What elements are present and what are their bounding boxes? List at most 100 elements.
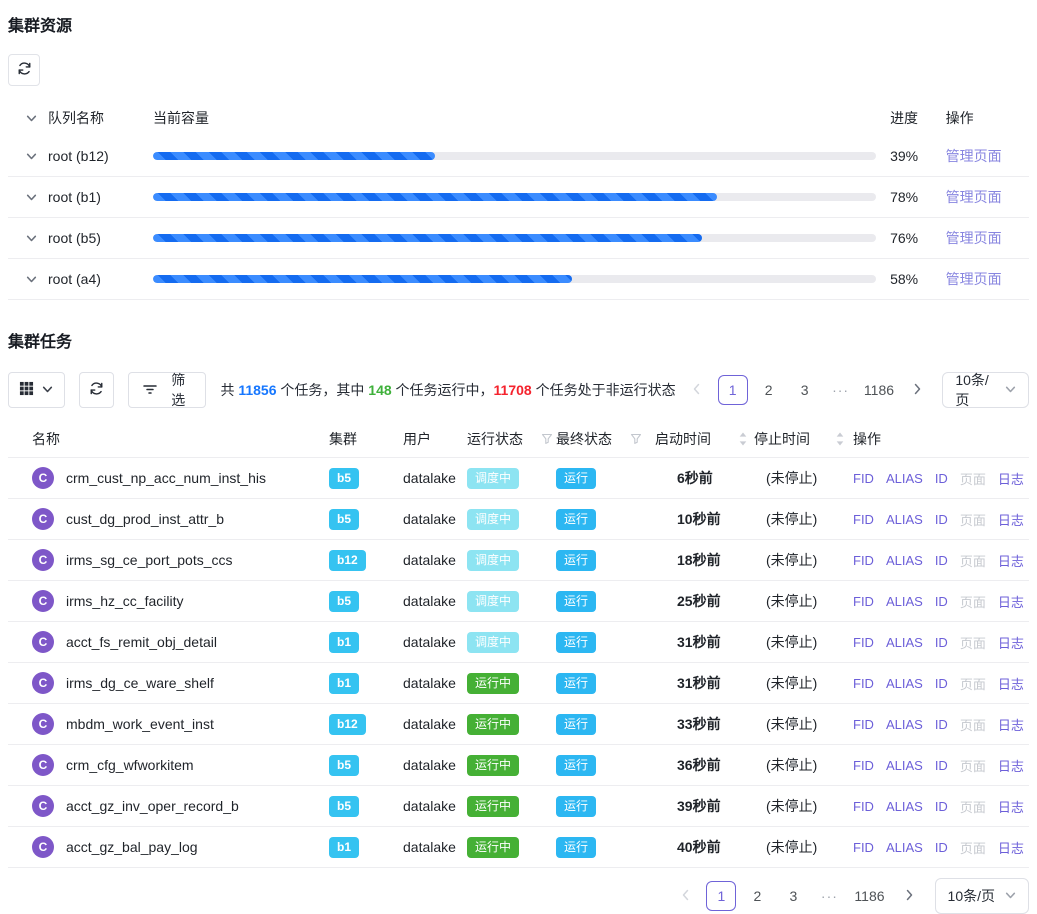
action-link[interactable]: ALIAS [886,676,923,691]
next-page-button[interactable] [895,881,925,911]
filter-button[interactable]: 筛选 [128,372,206,408]
action-link[interactable]: ALIAS [886,471,923,486]
page-ellipsis[interactable]: ··· [826,375,856,405]
task-table: 名称 集群 用户 运行状态 最终状态 启动时间 [8,420,1029,868]
action-link[interactable]: ALIAS [886,717,923,732]
stop-time: (未停止) [754,796,853,816]
row-actions: FIDALIASID页面日志 [853,510,1029,529]
action-link[interactable]: ID [935,840,948,855]
action-link[interactable]: 日志 [998,715,1024,734]
capacity-progress-bar [153,275,876,283]
action-link[interactable]: ID [935,594,948,609]
action-link[interactable]: FID [853,840,874,855]
action-link[interactable]: 日志 [998,838,1024,857]
action-link[interactable]: ID [935,676,948,691]
final-status-tag: 运行 [556,714,596,735]
action-link[interactable]: ID [935,553,948,568]
refresh-button[interactable] [8,54,40,86]
action-link[interactable]: ALIAS [886,512,923,527]
chevron-down-icon[interactable] [24,192,38,203]
page-button-1[interactable]: 1 [718,375,748,405]
user-name: datalake [403,511,467,527]
action-link[interactable]: FID [853,471,874,486]
page-size-select[interactable]: 10条/页 [942,372,1029,408]
action-link[interactable]: FID [853,512,874,527]
action-link[interactable]: 日志 [998,674,1024,693]
page-button-3[interactable]: 3 [778,881,808,911]
cluster-tag: b12 [329,550,366,571]
page-button-last[interactable]: 1186 [862,375,897,405]
user-name: datalake [403,634,467,650]
action-link[interactable]: ID [935,512,948,527]
queue-table-header: 队列名称 当前容量 进度 操作 [8,100,1029,136]
action-link[interactable]: 日志 [998,756,1024,775]
action-link[interactable]: ALIAS [886,799,923,814]
user-name: datalake [403,839,467,855]
avatar: C [32,754,54,776]
refresh-tasks-button[interactable] [79,372,114,408]
filter-funnel-icon[interactable] [630,433,642,445]
action-link[interactable]: 日志 [998,551,1024,570]
avatar: C [32,467,54,489]
queue-row: root (b12) 39% 管理页面 [8,136,1029,177]
action-link[interactable]: ALIAS [886,635,923,650]
action-link[interactable]: ALIAS [886,594,923,609]
action-link[interactable]: 日志 [998,797,1024,816]
action-link[interactable]: ALIAS [886,758,923,773]
manage-page-link[interactable]: 管理页面 [946,271,1002,287]
action-link[interactable]: 日志 [998,592,1024,611]
page-button-2[interactable]: 2 [742,881,772,911]
chevron-down-icon[interactable] [24,113,38,124]
action-link[interactable]: ALIAS [886,553,923,568]
sort-icon[interactable] [836,432,844,446]
chevron-down-icon[interactable] [24,233,38,244]
action-link[interactable]: FID [853,717,874,732]
prev-page-button[interactable] [682,375,712,405]
action-link[interactable]: FID [853,758,874,773]
task-name: acct_gz_inv_oper_record_b [66,798,239,814]
page-size-select[interactable]: 10条/页 [935,878,1029,914]
page-button-1[interactable]: 1 [706,881,736,911]
action-link[interactable]: 日志 [998,633,1024,652]
action-link[interactable]: FID [853,676,874,691]
action-link[interactable]: ID [935,471,948,486]
next-page-button[interactable] [902,375,932,405]
page-button-last[interactable]: 1186 [850,881,888,911]
action-link[interactable]: FID [853,594,874,609]
summary-part: 148 [368,382,391,398]
header-action: 操作 [853,429,1029,449]
queue-name: root (b5) [48,230,101,246]
prev-page-button[interactable] [670,881,700,911]
page-button-2[interactable]: 2 [754,375,784,405]
page-size-label: 10条/页 [955,370,995,410]
action-link: 页面 [960,633,986,652]
action-link[interactable]: ID [935,635,948,650]
manage-page-link[interactable]: 管理页面 [946,148,1002,164]
action-link[interactable]: 日志 [998,510,1024,529]
chevron-down-icon[interactable] [24,151,38,162]
start-time: 25秒前 [655,591,754,611]
header-stop-time: 停止时间 [754,429,810,449]
action-link[interactable]: ID [935,717,948,732]
sort-icon[interactable] [739,432,747,446]
action-link[interactable]: 日志 [998,469,1024,488]
manage-page-link[interactable]: 管理页面 [946,189,1002,205]
chevron-down-icon[interactable] [24,274,38,285]
task-name: acct_gz_bal_pay_log [66,839,198,855]
action-link[interactable]: ALIAS [886,840,923,855]
columns-config-button[interactable] [8,372,65,408]
final-status-tag: 运行 [556,509,596,530]
manage-page-link[interactable]: 管理页面 [946,230,1002,246]
bottom-bar: 1 2 3 ··· 1186 10条/页 [8,878,1029,914]
action-link[interactable]: FID [853,799,874,814]
filter-funnel-icon[interactable] [541,433,553,445]
action-link: 页面 [960,469,986,488]
task-summary: 共 11856 个任务，其中 148 个任务运行中，11708 个任务处于非运行… [220,380,675,400]
action-link[interactable]: ID [935,799,948,814]
progress-fill [153,275,572,283]
action-link[interactable]: FID [853,635,874,650]
page-button-3[interactable]: 3 [790,375,820,405]
action-link[interactable]: ID [935,758,948,773]
page-ellipsis[interactable]: ··· [814,881,844,911]
action-link[interactable]: FID [853,553,874,568]
